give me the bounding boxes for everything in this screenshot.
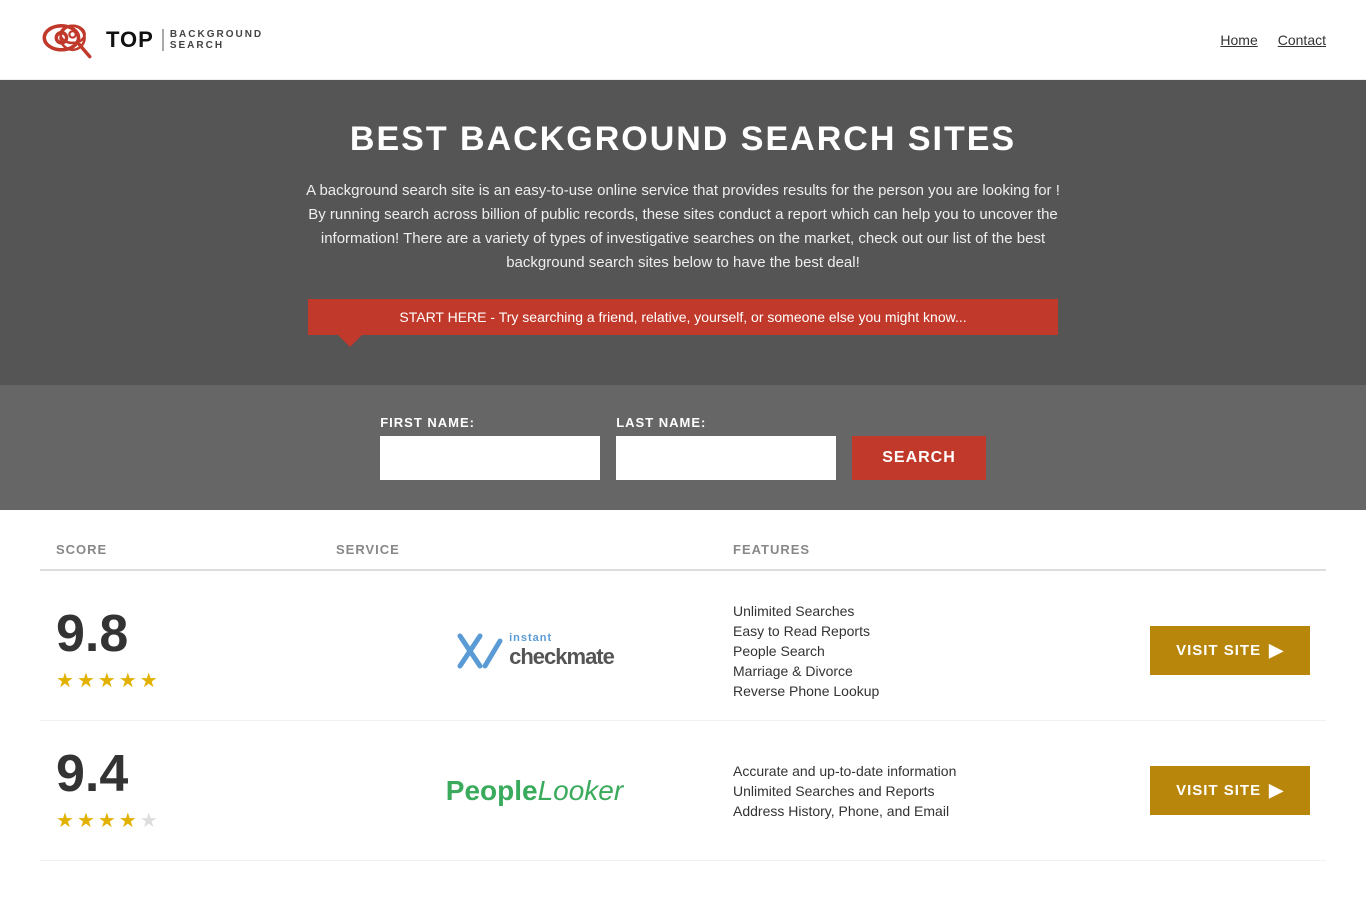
last-name-field: LAST NAME: [616, 415, 836, 480]
star-5-empty: ★ [140, 808, 158, 833]
table-row: 9.4 ★ ★ ★ ★ ★ People Looker Accurate and… [40, 721, 1326, 861]
feature-item: Marriage & Divorce [733, 663, 1130, 679]
star-4: ★ [119, 668, 137, 693]
first-name-field: FIRST NAME: [380, 415, 600, 480]
col-header-service: SERVICE [336, 542, 733, 557]
visit-column: VISIT SITE ▶ [1130, 766, 1310, 815]
star-5: ★ [140, 668, 158, 693]
feature-item: Easy to Read Reports [733, 623, 1130, 639]
visit-site-button-1[interactable]: VISIT SITE ▶ [1150, 626, 1310, 675]
arrow-icon: ▶ [1269, 640, 1284, 661]
service-column: instant checkmate [336, 631, 733, 671]
checkmate-icon [455, 631, 505, 671]
results-table: SCORE SERVICE FEATURES 9.8 ★ ★ ★ ★ ★ [0, 510, 1366, 901]
score-column: 9.4 ★ ★ ★ ★ ★ [56, 748, 336, 833]
logo: TOP BACKGROUND SEARCH [40, 12, 263, 67]
star-3: ★ [98, 668, 116, 693]
last-name-input[interactable] [616, 436, 836, 480]
hero-description: A background search site is an easy-to-u… [303, 179, 1063, 275]
star-1: ★ [56, 668, 74, 693]
table-header-row: SCORE SERVICE FEATURES [40, 530, 1326, 571]
star-2: ★ [77, 668, 95, 693]
visit-btn-label: VISIT SITE [1176, 642, 1261, 659]
main-nav: Home Contact [1220, 32, 1326, 48]
looker-text: Looker [538, 775, 624, 807]
logo-sub1: BACKGROUND [170, 29, 263, 40]
col-header-score: SCORE [56, 542, 336, 557]
star-rating: ★ ★ ★ ★ ★ [56, 668, 158, 693]
arrow-icon: ▶ [1269, 780, 1284, 801]
col-header-features: FEATURES [733, 542, 1130, 557]
star-2: ★ [77, 808, 95, 833]
hero-section: BEST BACKGROUND SEARCH SITES A backgroun… [0, 80, 1366, 385]
callout-text: START HERE - Try searching a friend, rel… [399, 309, 966, 325]
star-4: ★ [119, 808, 137, 833]
first-name-input[interactable] [380, 436, 600, 480]
visit-site-button-2[interactable]: VISIT SITE ▶ [1150, 766, 1310, 815]
feature-item: Unlimited Searches [733, 603, 1130, 619]
table-row: 9.8 ★ ★ ★ ★ ★ inst [40, 581, 1326, 721]
logo-top-text: TOP [106, 27, 154, 53]
logo-sub2: SEARCH [170, 40, 263, 51]
checkmate-text: checkmate [509, 644, 614, 670]
nav-home[interactable]: Home [1220, 32, 1257, 48]
search-form-section: FIRST NAME: LAST NAME: SEARCH [0, 385, 1366, 510]
feature-item: People Search [733, 643, 1130, 659]
instant-text: instant [509, 632, 614, 644]
features-column: Unlimited Searches Easy to Read Reports … [733, 603, 1130, 699]
col-header-action [1130, 542, 1310, 557]
logo-icon [40, 12, 100, 67]
first-name-label: FIRST NAME: [380, 415, 600, 430]
search-form: FIRST NAME: LAST NAME: SEARCH [283, 415, 1083, 480]
service-column: People Looker [336, 775, 733, 807]
score-column: 9.8 ★ ★ ★ ★ ★ [56, 608, 336, 693]
star-3: ★ [98, 808, 116, 833]
nav-contact[interactable]: Contact [1278, 32, 1326, 48]
visit-column: VISIT SITE ▶ [1130, 626, 1310, 675]
star-1: ★ [56, 808, 74, 833]
people-text: People [446, 775, 538, 807]
features-column: Accurate and up-to-date information Unli… [733, 763, 1130, 819]
search-button[interactable]: SEARCH [852, 436, 986, 480]
score-value: 9.4 [56, 748, 128, 800]
score-value: 9.8 [56, 608, 128, 660]
peoplelooker-logo: People Looker [446, 775, 623, 807]
feature-item: Unlimited Searches and Reports [733, 783, 1130, 799]
visit-btn-label: VISIT SITE [1176, 782, 1261, 799]
feature-item: Accurate and up-to-date information [733, 763, 1130, 779]
callout-banner: START HERE - Try searching a friend, rel… [308, 299, 1058, 335]
feature-item: Address History, Phone, and Email [733, 803, 1130, 819]
instant-checkmate-logo: instant checkmate [455, 631, 614, 671]
hero-title: BEST BACKGROUND SEARCH SITES [20, 120, 1346, 159]
site-header: TOP BACKGROUND SEARCH Home Contact [0, 0, 1366, 80]
feature-item: Reverse Phone Lookup [733, 683, 1130, 699]
logo-text: TOP BACKGROUND SEARCH [106, 27, 263, 53]
last-name-label: LAST NAME: [616, 415, 836, 430]
star-rating: ★ ★ ★ ★ ★ [56, 808, 158, 833]
